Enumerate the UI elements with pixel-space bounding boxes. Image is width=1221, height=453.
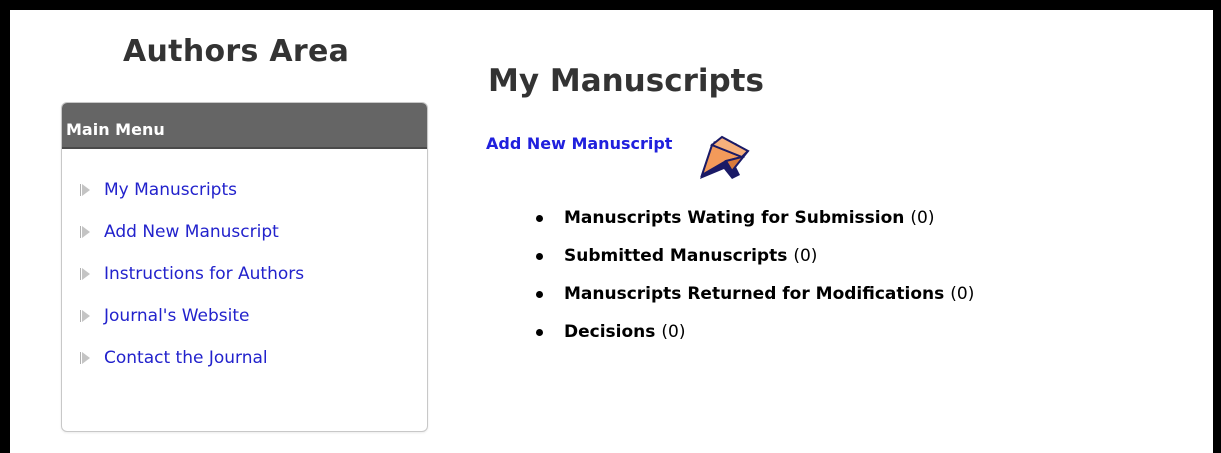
status-name: Manuscripts Wating for Submission xyxy=(564,208,905,228)
list-item: Decisions (0) xyxy=(536,319,974,345)
main-menu-header: Main Menu xyxy=(62,103,427,149)
bullet-icon xyxy=(536,214,543,222)
sidebar-item-instructions-for-authors[interactable]: Instructions for Authors xyxy=(80,263,304,285)
authors-area-title: Authors Area xyxy=(123,34,350,69)
sidebar-item-add-new-manuscript[interactable]: Add New Manuscript xyxy=(80,221,304,243)
list-item: Manuscripts Returned for Modifications (… xyxy=(536,281,974,307)
status-name: Submitted Manuscripts xyxy=(564,246,788,266)
main-menu-panel: Main Menu My Manuscripts Add New Manuscr… xyxy=(61,102,428,432)
main-menu-list: My Manuscripts Add New Manuscript Instru… xyxy=(80,179,304,389)
status-name: Manuscripts Returned for Modifications xyxy=(564,284,945,304)
triangle-bullet-icon xyxy=(80,183,94,197)
list-item: Submitted Manuscripts (0) xyxy=(536,243,974,269)
triangle-bullet-icon xyxy=(80,309,94,323)
sidebar-item-label: Add New Manuscript xyxy=(104,222,279,242)
status-count: (0) xyxy=(950,284,975,304)
sidebar-item-contact-the-journal[interactable]: Contact the Journal xyxy=(80,347,304,369)
status-count: (0) xyxy=(910,208,935,228)
sidebar-item-label: My Manuscripts xyxy=(104,180,237,200)
status-count: (0) xyxy=(661,322,686,342)
status-count: (0) xyxy=(793,246,818,266)
sidebar-item-label: Journal's Website xyxy=(104,306,250,326)
manuscript-status-list: Manuscripts Wating for Submission (0) Su… xyxy=(536,205,974,357)
triangle-bullet-icon xyxy=(80,225,94,239)
sidebar-item-my-manuscripts[interactable]: My Manuscripts xyxy=(80,179,304,201)
bullet-icon xyxy=(536,290,543,298)
sidebar-item-journals-website[interactable]: Journal's Website xyxy=(80,305,304,327)
sidebar-item-label: Instructions for Authors xyxy=(104,264,305,284)
pointer-cursor-icon xyxy=(700,135,750,179)
page-title: My Manuscripts xyxy=(488,63,764,99)
bullet-icon xyxy=(536,328,543,336)
list-item: Manuscripts Wating for Submission (0) xyxy=(536,205,974,231)
triangle-bullet-icon xyxy=(80,351,94,365)
triangle-bullet-icon xyxy=(80,267,94,281)
add-new-manuscript-link[interactable]: Add New Manuscript xyxy=(486,134,672,153)
sidebar-item-label: Contact the Journal xyxy=(104,348,268,368)
bullet-icon xyxy=(536,252,543,260)
status-name: Decisions xyxy=(564,322,656,342)
